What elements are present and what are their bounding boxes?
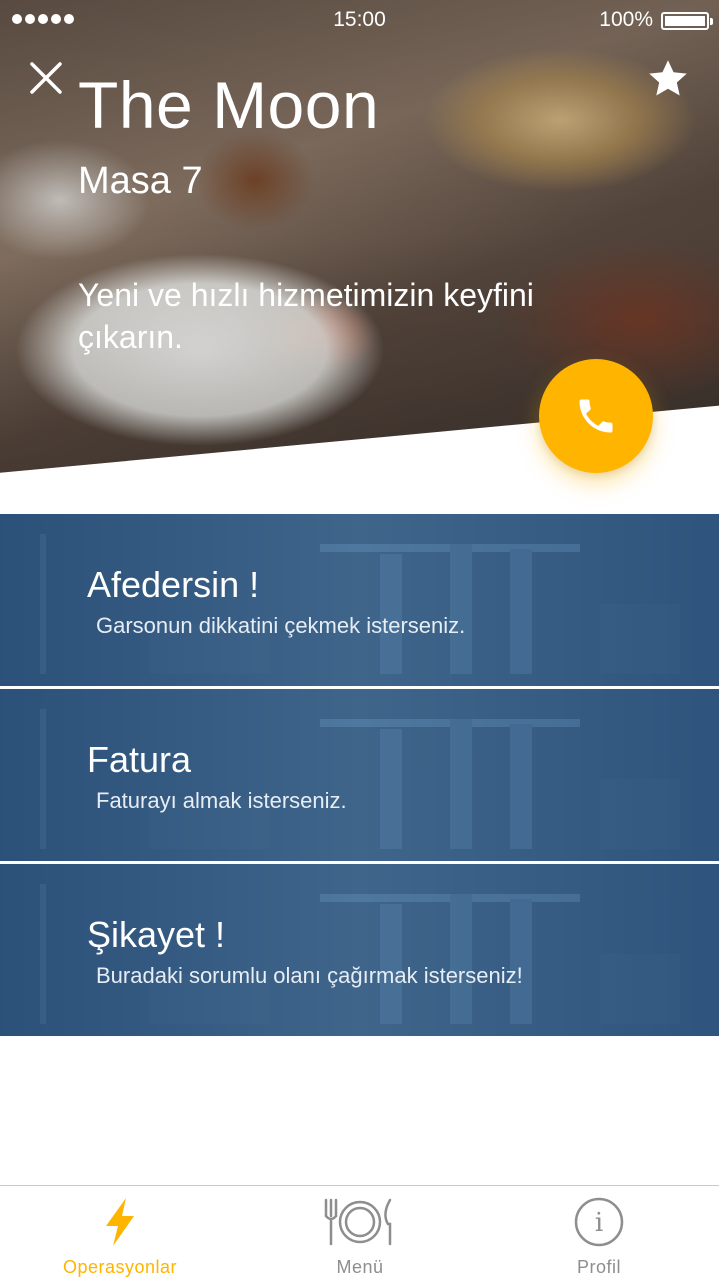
screen: 15:00 100% The Moon Masa 7 Yeni ve hızlı… — [0, 0, 719, 1280]
service-options-list: Afedersin ! Garsonun dikkatini çekmek is… — [0, 514, 719, 1039]
tab-bar: Operasyonlar Menü i Profil — [0, 1185, 719, 1280]
battery-icon — [661, 12, 713, 30]
star-icon — [649, 60, 687, 96]
tagline: Yeni ve hızlı hizmetimizin keyfini çıkar… — [78, 277, 534, 355]
svg-text:i: i — [595, 1208, 603, 1238]
option-title: Şikayet ! — [87, 914, 226, 955]
option-title: Afedersin ! — [87, 564, 260, 605]
tab-label: Menü — [336, 1257, 384, 1277]
status-bar: 15:00 100% — [0, 0, 719, 40]
tab-label: Profil — [576, 1257, 621, 1277]
close-button[interactable] — [26, 58, 66, 98]
tab-profile[interactable]: i Profil — [479, 1186, 719, 1280]
plate-cutlery-icon — [324, 1198, 392, 1246]
option-subtitle: Garsonun dikkatini çekmek isterseniz. — [96, 613, 466, 638]
favorite-button[interactable] — [645, 56, 691, 102]
hero-header: 15:00 100% The Moon Masa 7 Yeni ve hızlı… — [0, 0, 719, 480]
lightning-icon — [106, 1198, 134, 1246]
call-button[interactable] — [539, 359, 653, 473]
phone-icon — [579, 399, 613, 433]
tab-label: Operasyonlar — [62, 1257, 178, 1277]
option-subtitle: Faturayı almak isterseniz. — [96, 788, 347, 813]
restaurant-name: The Moon — [78, 68, 380, 142]
option-bill[interactable]: Fatura Faturayı almak isterseniz. — [0, 689, 719, 861]
option-subtitle: Buradaki sorumlu olanı çağırmak istersen… — [96, 963, 523, 988]
close-icon — [30, 62, 62, 94]
option-complaint[interactable]: Şikayet ! Buradaki sorumlu olanı çağırma… — [0, 864, 719, 1036]
option-title: Fatura — [87, 739, 192, 780]
option-excuse-me[interactable]: Afedersin ! Garsonun dikkatini çekmek is… — [0, 514, 719, 686]
battery-percentage: 100% — [599, 8, 653, 31]
tab-menu[interactable]: Menü — [240, 1186, 480, 1280]
tab-operations[interactable]: Operasyonlar — [0, 1186, 240, 1280]
info-icon: i — [574, 1197, 624, 1247]
table-number: Masa 7 — [78, 160, 203, 202]
